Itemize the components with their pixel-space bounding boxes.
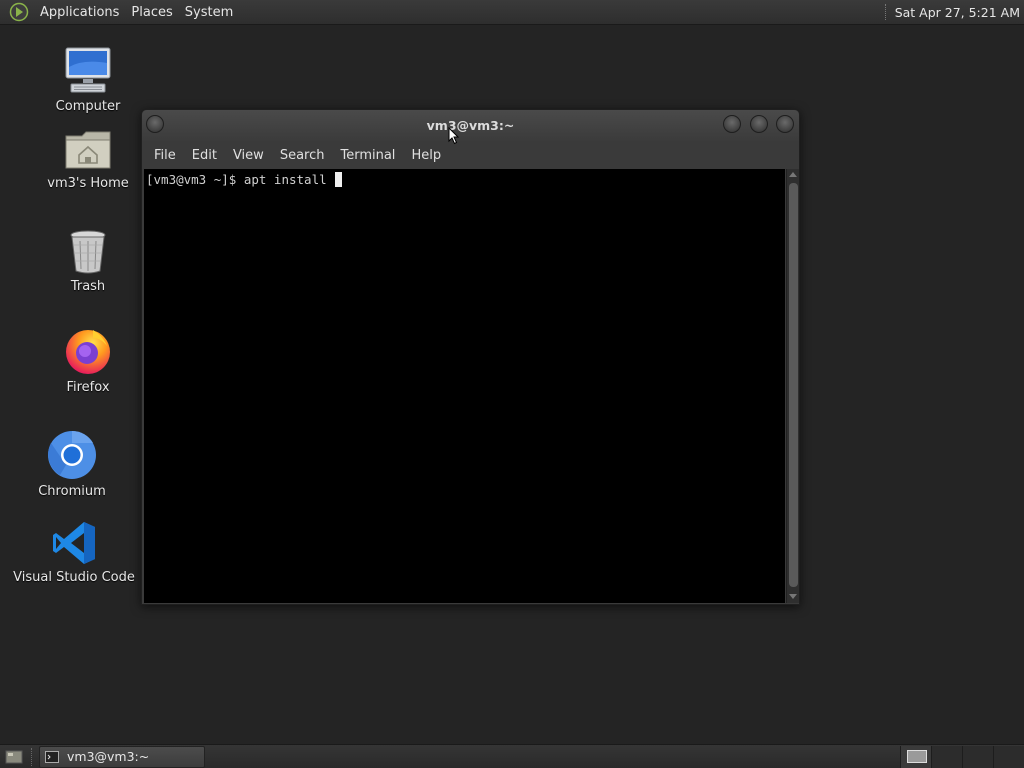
desktop-icon-label: Trash	[70, 279, 106, 294]
places-menu[interactable]: Places	[125, 5, 178, 20]
show-desktop-button[interactable]	[3, 746, 25, 768]
desktop-icon-label: vm3's Home	[47, 176, 129, 191]
terminal-window: vm3@vm3:~ File Edit View Search Terminal…	[141, 109, 800, 605]
computer-icon	[65, 47, 111, 93]
text-cursor	[335, 172, 343, 187]
clock[interactable]: Sat Apr 27, 5:21 AM	[895, 5, 1020, 20]
desktop-icon-trash[interactable]: Trash	[52, 229, 124, 294]
show-desktop-icon	[5, 750, 23, 763]
scrollbar-thumb[interactable]	[789, 183, 798, 587]
chromium-icon	[48, 430, 96, 479]
menu-help[interactable]: Help	[403, 148, 449, 163]
desktop-icon-label: Visual Studio Code	[13, 570, 135, 585]
top-panel: Applications Places System Sat Apr 27, 5…	[0, 0, 1024, 25]
bottom-panel: vm3@vm3:~	[0, 744, 1024, 768]
desktop-icon-vscode[interactable]: Visual Studio Code	[13, 520, 135, 585]
menu-terminal[interactable]: Terminal	[332, 148, 403, 163]
desktop-icon-label: Firefox	[66, 380, 110, 395]
mate-logo-icon[interactable]	[8, 1, 30, 23]
desktop-icon-computer[interactable]: Computer	[52, 45, 124, 114]
workspace-window-thumbnail	[907, 750, 927, 763]
home-folder-icon	[65, 131, 111, 169]
menu-view[interactable]: View	[225, 148, 272, 163]
desktop-icon-label: Chromium	[38, 484, 106, 499]
window-titlebar[interactable]: vm3@vm3:~	[142, 110, 799, 141]
workspace-2[interactable]	[931, 746, 962, 768]
window-menubar: File Edit View Search Terminal Help	[142, 141, 799, 169]
vscode-icon	[53, 522, 95, 564]
desktop-icon-chromium[interactable]: Chromium	[36, 430, 108, 499]
workspace-1[interactable]	[900, 746, 931, 768]
panel-separator	[31, 747, 33, 766]
system-menu[interactable]: System	[179, 5, 239, 20]
workspace-4[interactable]	[993, 746, 1024, 768]
scroll-down-arrow-icon[interactable]	[789, 594, 797, 599]
trash-icon	[70, 230, 106, 274]
minimize-button[interactable]	[723, 115, 741, 133]
workspace-3[interactable]	[962, 746, 993, 768]
menu-edit[interactable]: Edit	[184, 148, 225, 163]
terminal-icon	[45, 750, 59, 763]
close-button[interactable]	[776, 115, 794, 133]
taskbar-window-button[interactable]: vm3@vm3:~	[39, 745, 205, 768]
desktop-icon-label: Computer	[55, 99, 121, 114]
maximize-button[interactable]	[750, 115, 768, 133]
terminal-prompt-line: [vm3@vm3 ~]$ apt install	[146, 172, 335, 187]
desktop-icon-firefox[interactable]: Firefox	[52, 326, 124, 395]
desktop-icon-home[interactable]: vm3's Home	[42, 128, 134, 191]
scroll-up-arrow-icon[interactable]	[789, 172, 797, 177]
window-title: vm3@vm3:~	[426, 118, 515, 133]
panel-separator	[884, 4, 887, 20]
terminal-scrollbar[interactable]	[786, 169, 799, 603]
terminal-area[interactable]: [vm3@vm3 ~]$ apt install	[144, 169, 785, 603]
firefox-icon	[66, 330, 110, 374]
menu-search[interactable]: Search	[272, 148, 333, 163]
workspace-switcher[interactable]	[900, 746, 1024, 768]
taskbar-window-label: vm3@vm3:~	[67, 749, 150, 764]
applications-menu[interactable]: Applications	[34, 5, 125, 20]
menu-file[interactable]: File	[146, 148, 184, 163]
mouse-pointer-icon	[448, 127, 460, 145]
